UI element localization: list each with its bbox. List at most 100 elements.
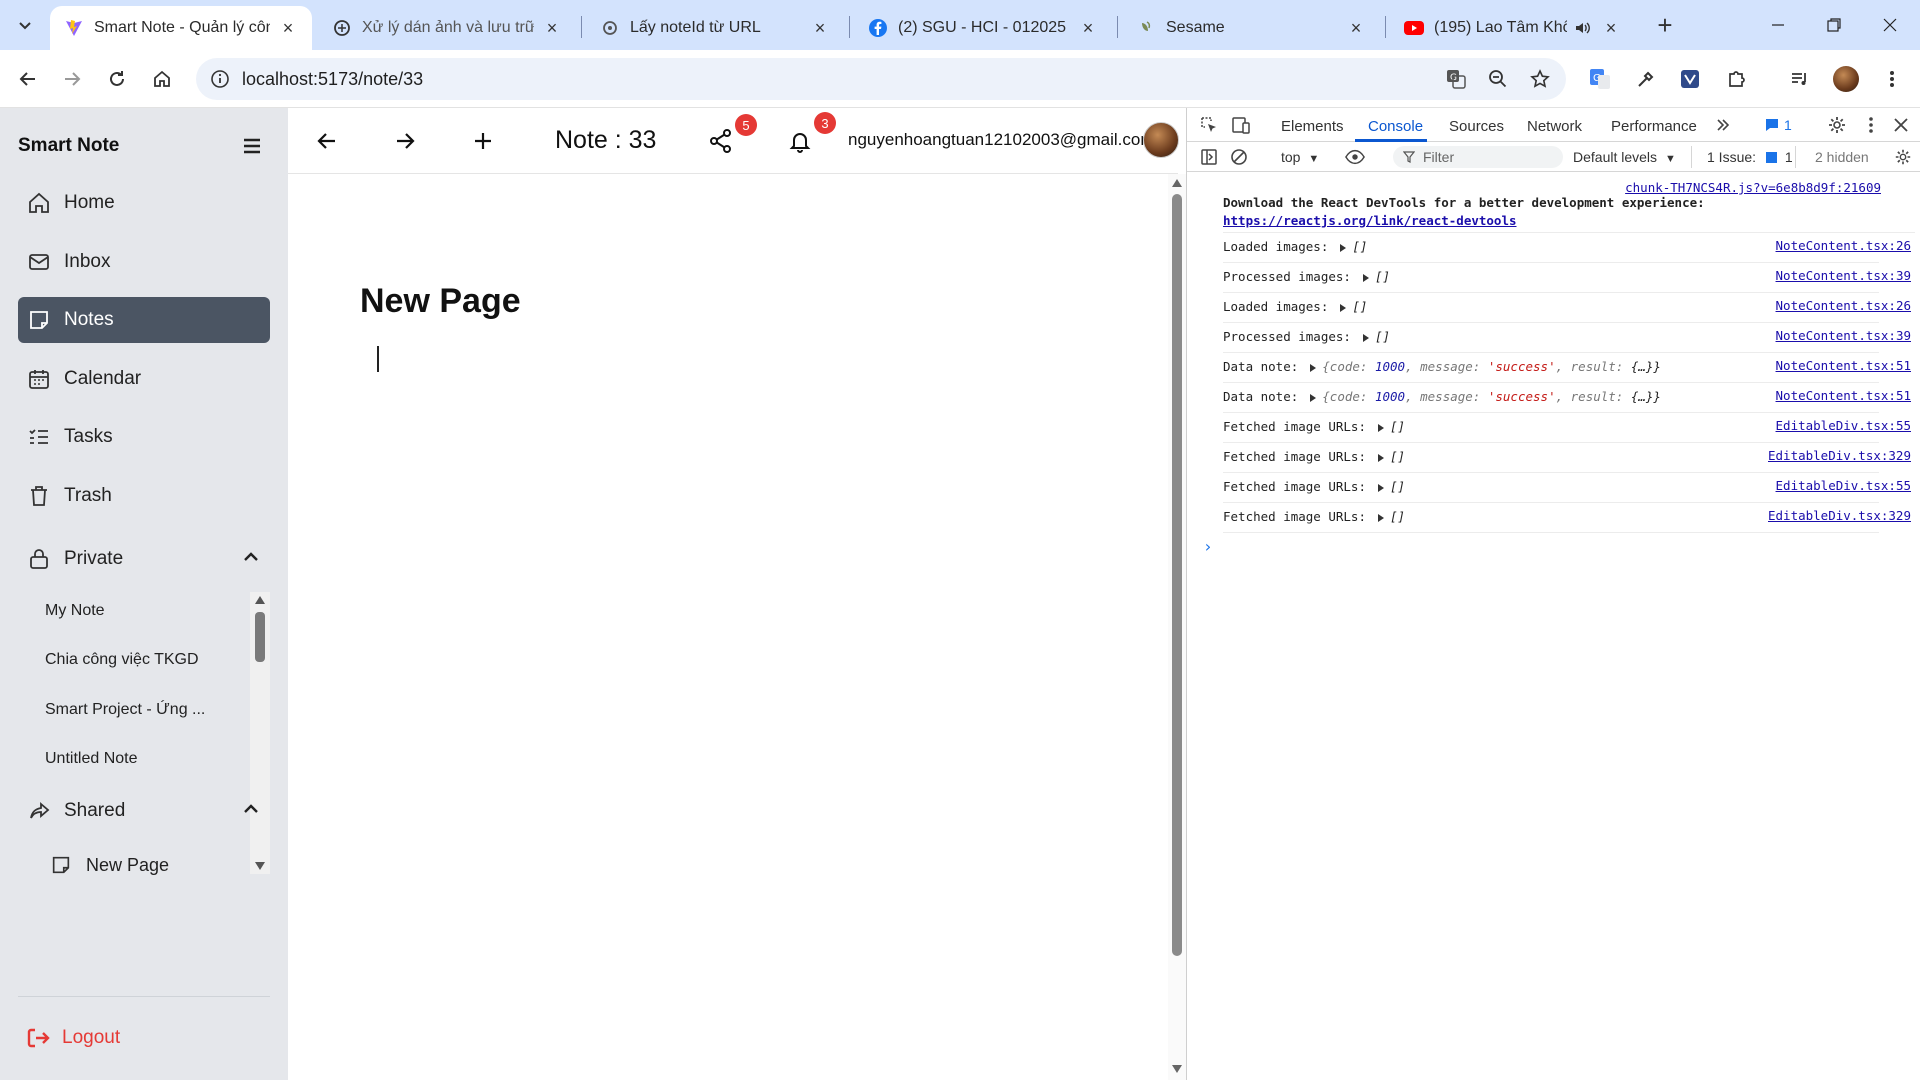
avatar[interactable] (1143, 122, 1179, 158)
chevron-up-icon[interactable] (242, 548, 260, 566)
private-note-item[interactable]: My Note (45, 602, 105, 620)
close-icon[interactable]: × (1078, 18, 1098, 38)
vpn-extension[interactable] (1674, 63, 1706, 95)
more-tabs-icon[interactable] (1713, 115, 1733, 135)
notifications-button[interactable] (786, 127, 814, 155)
source-link[interactable]: NoteContent.tsx:39 (1776, 328, 1911, 343)
console-log-line[interactable]: Fetched image URLs: [] EditableDiv.tsx:55 (1223, 413, 1911, 443)
scroll-down-arrow-icon[interactable] (1171, 1064, 1183, 1074)
private-note-item[interactable]: Chia công việc TKGD (45, 651, 199, 669)
expand-triangle-icon[interactable] (1340, 243, 1347, 252)
extensions-button[interactable] (1720, 63, 1752, 95)
inspect-element-icon[interactable] (1199, 115, 1219, 135)
forward-note-button[interactable] (391, 127, 419, 155)
page-title[interactable]: New Page (360, 282, 521, 321)
issues-button[interactable]: 1 Issue: 1 (1707, 149, 1793, 165)
close-icon[interactable]: × (810, 18, 830, 38)
source-link[interactable]: NoteContent.tsx:39 (1776, 268, 1911, 283)
nav-item-home[interactable]: Home (18, 180, 270, 226)
shared-section-header[interactable]: Shared (18, 788, 270, 834)
tab-search-button[interactable] (8, 8, 42, 42)
settings-gear-icon[interactable] (1827, 115, 1847, 135)
devtools-tab-console[interactable]: Console (1368, 118, 1423, 135)
browser-tab-smart-note[interactable]: Smart Note - Quản lý công × (50, 6, 312, 50)
nav-item-inbox[interactable]: Inbox (18, 239, 270, 285)
shared-note-item[interactable]: New Page (40, 842, 260, 888)
devtools-tab-network[interactable]: Network (1527, 118, 1582, 135)
speaker-icon[interactable] (1573, 18, 1593, 38)
nav-item-notes[interactable]: Notes (18, 297, 270, 343)
clear-console-icon[interactable] (1229, 147, 1249, 167)
expand-triangle-icon[interactable] (1310, 393, 1317, 402)
devtools-tab-elements[interactable]: Elements (1281, 118, 1344, 135)
expand-triangle-icon[interactable] (1362, 273, 1369, 282)
zoom-icon[interactable] (1486, 67, 1510, 91)
eye-icon[interactable] (1345, 147, 1365, 167)
console-log-line[interactable]: Fetched image URLs: [] EditableDiv.tsx:55 (1223, 473, 1911, 503)
expand-triangle-icon[interactable] (1362, 333, 1369, 342)
back-button[interactable] (12, 63, 44, 95)
console-prompt-chevron-icon[interactable]: › (1203, 537, 1213, 556)
console-log-line[interactable]: Loaded images: [] NoteContent.tsx:26 (1223, 233, 1911, 263)
source-link[interactable]: EditableDiv.tsx:55 (1776, 418, 1911, 433)
address-bar[interactable]: localhost:5173/note/33 G (196, 58, 1566, 100)
console-log-line[interactable]: Fetched image URLs: [] EditableDiv.tsx:32… (1223, 503, 1911, 533)
expand-triangle-icon[interactable] (1340, 303, 1347, 312)
console-log-line[interactable]: Data note: {code: 1000, message: 'success… (1223, 383, 1911, 413)
scroll-up-arrow-icon[interactable] (1171, 178, 1183, 188)
console-log-line[interactable]: Fetched image URLs: [] EditableDiv.tsx:32… (1223, 443, 1911, 473)
console-log-line[interactable]: Data note: {code: 1000, message: 'success… (1223, 353, 1911, 383)
media-control-button[interactable] (1784, 63, 1816, 95)
browser-tab-sesame[interactable]: Sesame × (1122, 6, 1380, 50)
forward-button[interactable] (56, 63, 88, 95)
kebab-menu-icon[interactable] (1861, 115, 1881, 135)
close-icon[interactable]: × (278, 18, 298, 38)
expand-triangle-icon[interactable] (1310, 363, 1317, 372)
browser-menu-button[interactable] (1876, 63, 1908, 95)
hamburger-menu-button[interactable] (240, 134, 264, 158)
message-count-button[interactable]: 1 (1765, 115, 1805, 135)
private-note-item[interactable]: Untitled Note (45, 750, 138, 768)
share-button[interactable] (707, 127, 735, 155)
source-link[interactable]: EditableDiv.tsx:329 (1768, 448, 1911, 463)
nav-item-trash[interactable]: Trash (18, 473, 270, 519)
close-icon[interactable]: × (1346, 18, 1366, 38)
close-icon[interactable]: × (542, 18, 562, 38)
close-icon[interactable]: × (1601, 18, 1621, 38)
editor-scrollbar[interactable] (1168, 174, 1186, 1080)
minimize-button[interactable] (1750, 0, 1806, 50)
device-toolbar-icon[interactable] (1231, 115, 1251, 135)
console-log-line[interactable]: Processed images: [] NoteContent.tsx:39 (1223, 323, 1911, 353)
private-note-item[interactable]: Smart Project - Ứng ... (45, 701, 205, 719)
console-filter-input[interactable]: Filter (1393, 146, 1563, 168)
source-link[interactable]: EditableDiv.tsx:329 (1768, 508, 1911, 523)
close-devtools-icon[interactable] (1891, 115, 1911, 135)
scroll-up-arrow-icon[interactable] (254, 595, 266, 605)
console-log-line[interactable]: Loaded images: [] NoteContent.tsx:26 (1223, 293, 1911, 323)
translate-icon[interactable]: G (1444, 67, 1468, 91)
private-section-header[interactable]: Private (18, 536, 270, 582)
source-link[interactable]: NoteContent.tsx:51 (1776, 388, 1911, 403)
source-link[interactable]: NoteContent.tsx:26 (1776, 238, 1911, 253)
browser-tab-youtube[interactable]: (195) Lao Tâm Khổ Tứ × (1390, 6, 1635, 50)
bookmark-star-icon[interactable] (1528, 67, 1552, 91)
add-note-button[interactable] (469, 127, 497, 155)
site-info-icon[interactable] (210, 69, 230, 89)
reload-button[interactable] (101, 63, 133, 95)
profile-button[interactable] (1830, 63, 1862, 95)
eyedropper-extension[interactable] (1630, 63, 1662, 95)
expand-triangle-icon[interactable] (1378, 453, 1384, 462)
devtools-tab-performance[interactable]: Performance (1611, 118, 1697, 135)
chevron-up-icon[interactable] (242, 800, 260, 818)
source-link[interactable]: NoteContent.tsx:51 (1776, 358, 1911, 373)
nav-item-tasks[interactable]: Tasks (18, 414, 270, 460)
scroll-thumb[interactable] (255, 612, 265, 662)
close-window-button[interactable] (1862, 0, 1918, 50)
restore-button[interactable] (1806, 0, 1862, 50)
google-translate-extension[interactable]: G (1584, 63, 1616, 95)
source-link[interactable]: NoteContent.tsx:26 (1776, 298, 1911, 313)
home-button[interactable] (146, 63, 178, 95)
logout-button[interactable]: Logout (26, 1026, 120, 1050)
react-devtools-link[interactable]: https://reactjs.org/link/react-devtools (1223, 213, 1517, 228)
sidebar-toggle-icon[interactable] (1199, 147, 1219, 167)
